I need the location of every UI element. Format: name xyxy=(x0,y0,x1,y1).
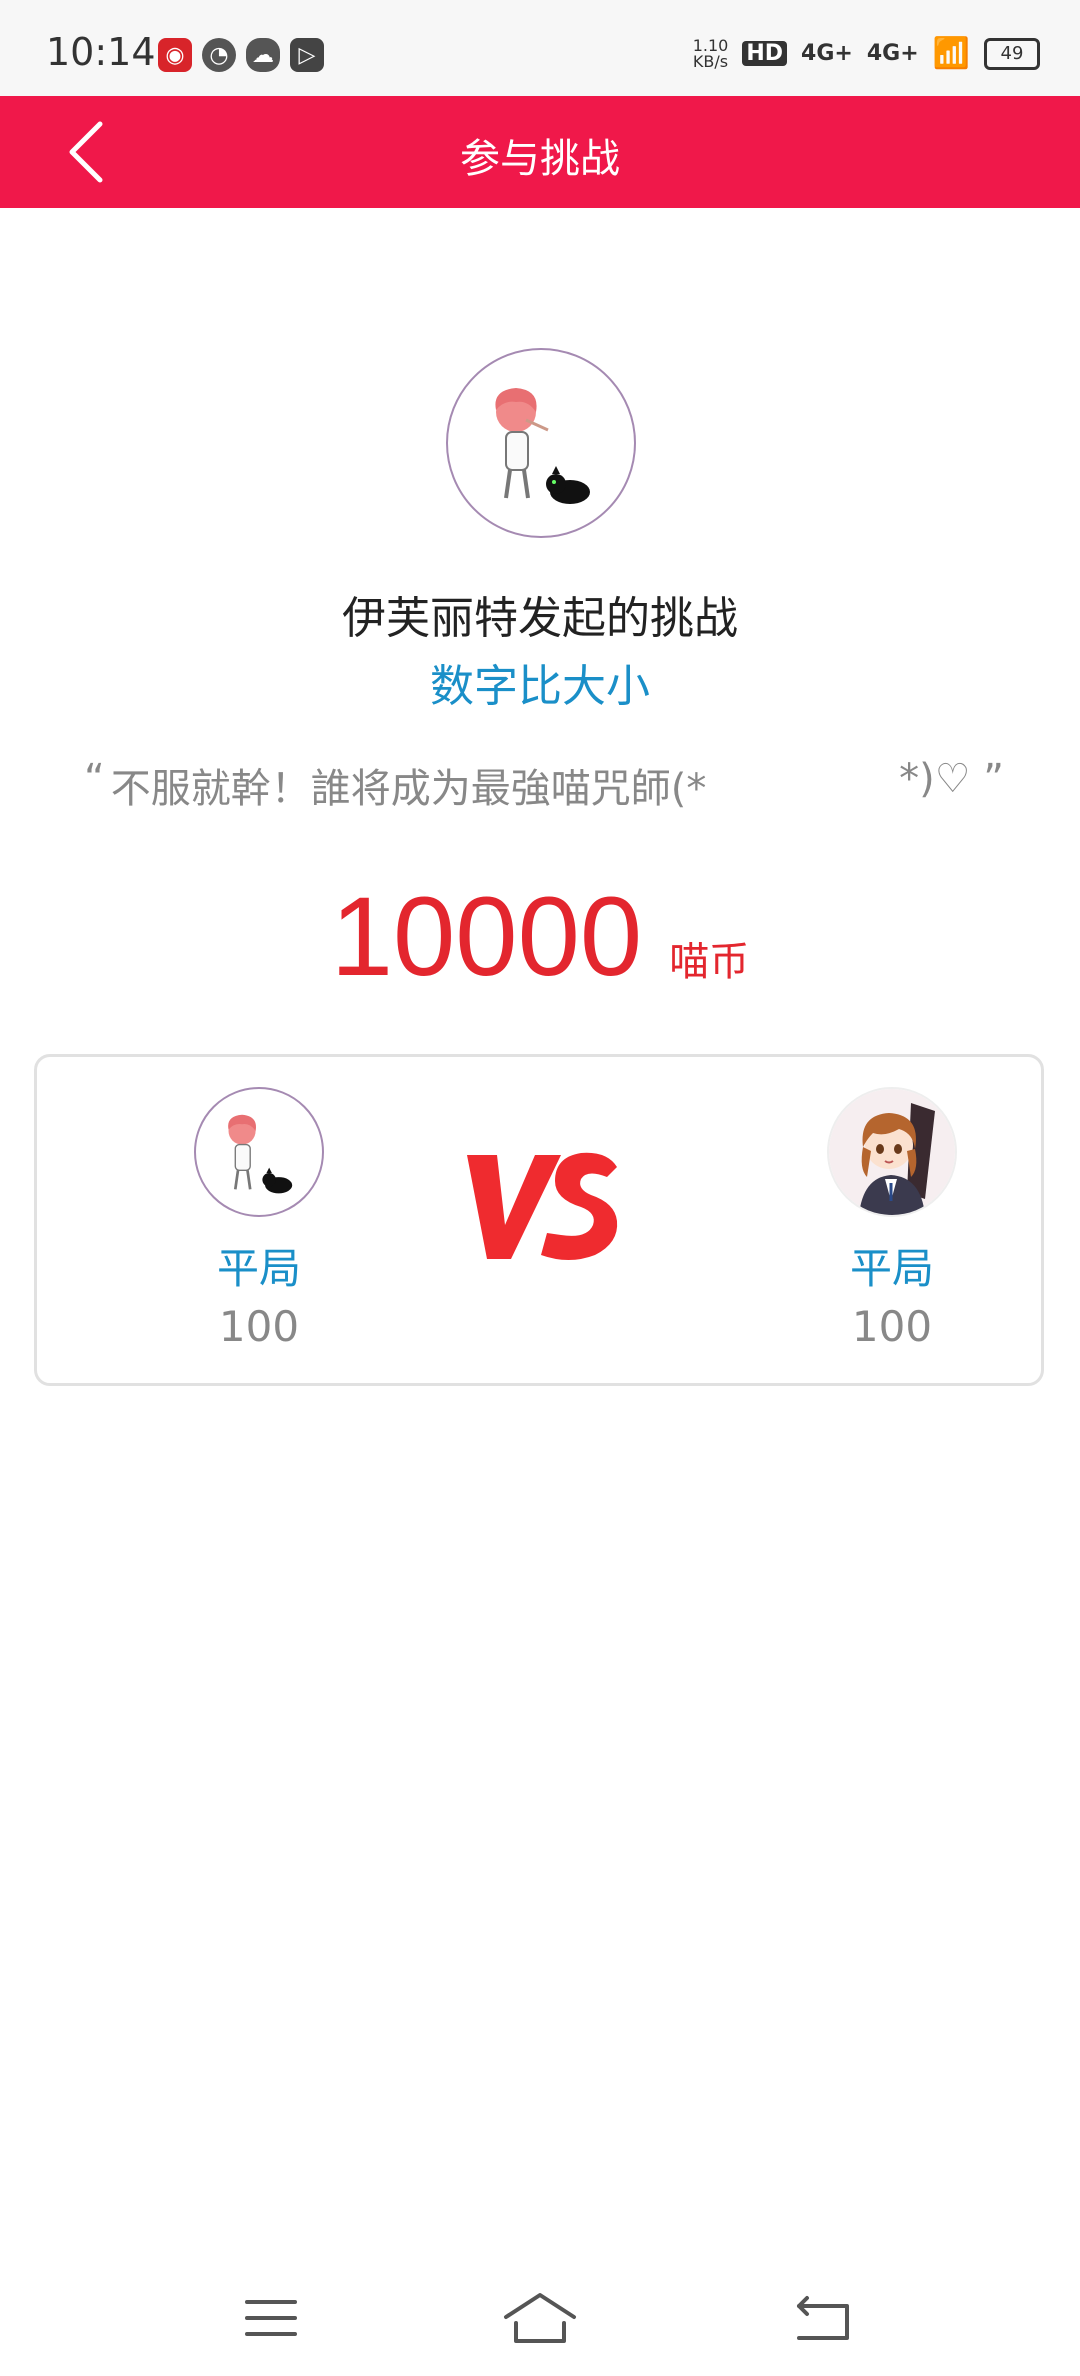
status-notification-icons: ◉ ◔ ☁ ▷ xyxy=(158,38,324,72)
status-bar: 10:14 ◉ ◔ ☁ ▷ 1.10 KB/s HD 4G+ 4G+ 📶 49 xyxy=(0,0,1080,96)
app-bar: 参与挑战 xyxy=(0,96,1080,208)
wifi-icon: 📶 xyxy=(932,36,970,71)
vs-icon: VS xyxy=(467,1152,618,1260)
net-speed: 1.10 KB/s xyxy=(692,37,729,71)
prize-unit: 喵币 xyxy=(669,939,750,985)
game-name: 数字比大小 xyxy=(430,661,650,712)
prize-amount: 10000 xyxy=(330,874,643,999)
play-icon: ▷ xyxy=(290,38,324,72)
signal-4g-icon-2: 4G+ xyxy=(866,41,919,66)
anime-girl-with-guitar-image xyxy=(829,1089,955,1215)
left-player: 平局 100 xyxy=(159,1087,359,1351)
menu-button[interactable] xyxy=(216,2278,326,2358)
initiator-avatar[interactable] xyxy=(446,348,636,538)
home-icon xyxy=(504,2293,576,2343)
quote-tail: *)♡ ” xyxy=(899,756,1004,802)
challenge-quote: “ 不服就幹！誰将成为最強喵咒師(* *)♡ ” xyxy=(84,756,1004,814)
chibi-girl-with-cat-image xyxy=(228,1114,293,1194)
battery-icon: 49 xyxy=(984,37,1040,70)
left-player-score: 100 xyxy=(218,1302,300,1351)
signal-4g-icon-1: 4G+ xyxy=(801,41,853,66)
prize: 10000 喵币 xyxy=(0,872,1080,1001)
right-player-score: 100 xyxy=(851,1302,933,1351)
hd-icon: HD xyxy=(742,41,788,66)
right-player-avatar[interactable] xyxy=(827,1087,957,1217)
versus-card: 平局 100 VS 平局 100 xyxy=(34,1054,1044,1386)
right-player-status: 平局 xyxy=(849,1244,934,1293)
status-system-icons: 1.10 KB/s HD 4G+ 4G+ 📶 49 xyxy=(693,36,1040,71)
system-nav-bar xyxy=(0,2260,1080,2376)
back-nav-button[interactable] xyxy=(768,2278,878,2358)
net-speed-unit: KB/s xyxy=(692,51,729,71)
back-nav-icon xyxy=(797,2296,849,2340)
home-button[interactable] xyxy=(485,2278,595,2358)
status-time: 10:14 xyxy=(46,30,156,74)
netease-music-icon: ◉ xyxy=(158,38,192,72)
menu-icon xyxy=(245,2300,297,2336)
right-player: 平局 100 xyxy=(792,1087,992,1351)
left-player-status: 平局 xyxy=(216,1244,301,1293)
speedometer-icon: ◔ xyxy=(202,38,236,72)
battery-level: 49 xyxy=(1000,43,1024,64)
quote-text: 不服就幹！誰将成为最強喵咒師(* xyxy=(110,766,707,812)
quote-open-mark: “ xyxy=(84,756,105,802)
page-title: 参与挑战 xyxy=(460,136,620,182)
initiator-text: 伊芙丽特发起的挑战 xyxy=(342,593,738,644)
left-player-avatar[interactable] xyxy=(194,1087,324,1217)
cloud-icon: ☁ xyxy=(246,38,280,72)
chibi-girl-with-cat-image xyxy=(495,388,590,504)
